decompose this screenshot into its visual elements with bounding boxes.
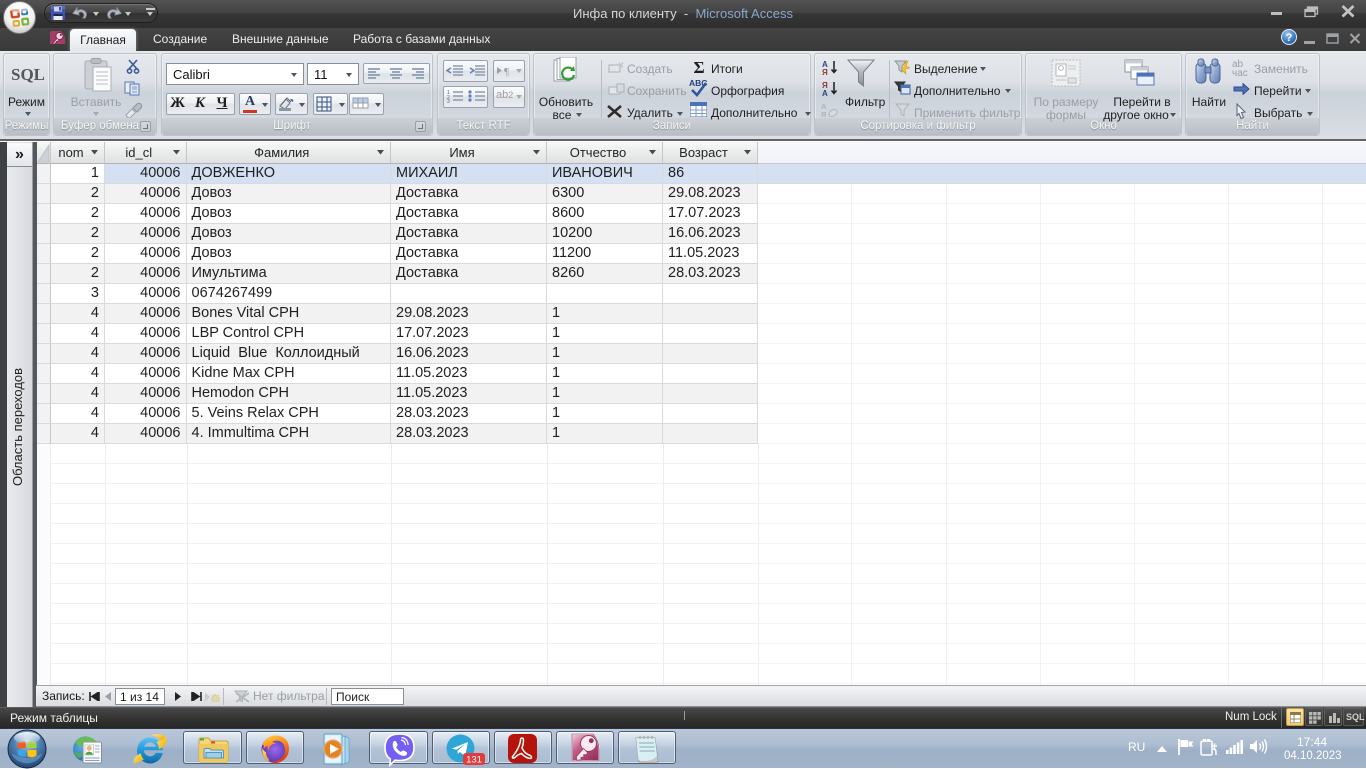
svg-text:3: 3 (447, 99, 450, 103)
svg-text:131: 131 (466, 755, 482, 766)
svg-text:А: А (822, 89, 828, 97)
svg-text:Я: Я (822, 68, 828, 76)
svg-text:Я: Я (821, 110, 826, 118)
svg-text:Σ: Σ (693, 59, 704, 75)
svg-text:?: ? (1286, 32, 1293, 44)
svg-text:SQL: SQL (12, 65, 44, 84)
svg-text:¶: ¶ (504, 66, 509, 77)
